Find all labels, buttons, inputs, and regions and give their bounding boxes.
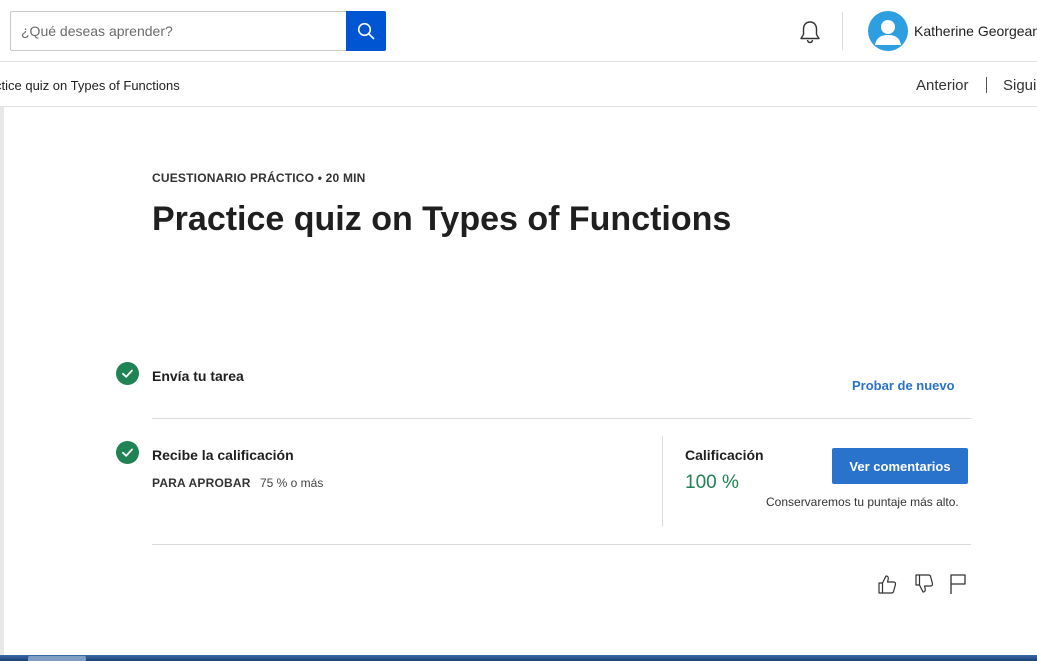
notifications-button[interactable] [796,18,824,46]
taskbar [0,655,1037,661]
thumbs-down-icon [915,574,934,593]
header-divider [842,12,843,50]
view-feedback-button[interactable]: Ver comentarios [832,448,968,484]
search-button[interactable] [346,11,386,51]
passing-value: 75 % o más [259,476,324,490]
flag-icon [950,574,966,594]
search-input[interactable] [10,11,346,51]
bell-icon [800,21,820,44]
divider [152,418,971,419]
retry-link[interactable]: Probar de nuevo [852,378,955,393]
item-navigation-bar: ctice quiz on Types of Functions Anterio… [0,62,1037,107]
dislike-button[interactable] [913,573,935,595]
step-complete-badge [116,362,139,385]
divider [152,544,971,545]
top-header: Katherine Georgeana [0,0,1037,62]
passing-requirement: PARA APROBAR 75 % o más [152,476,323,490]
next-item-link[interactable]: Siguie [1003,77,1037,94]
avatar[interactable] [868,11,908,51]
check-icon [122,448,133,457]
passing-label: PARA APROBAR [152,476,251,490]
taskbar-item[interactable] [28,656,86,661]
step-submit-title: Envía tu tarea [152,368,244,384]
nav-separator [986,77,987,93]
user-name[interactable]: Katherine Georgeana [914,23,1037,39]
report-button[interactable] [947,573,969,595]
highest-score-note: Conservaremos tu puntaje más alto. [766,495,959,509]
step-grade-title: Recibe la calificación [152,447,294,463]
previous-item-link[interactable]: Anterior [916,77,969,94]
item-type-label: CUESTIONARIO PRÁCTICO • 20 MIN [152,171,366,185]
grade-value: 100 % [685,472,739,493]
check-icon [122,369,133,378]
search-icon [357,22,375,40]
breadcrumb[interactable]: ctice quiz on Types of Functions [0,78,180,93]
thumbs-up-icon [878,575,897,594]
grade-label: Calificación [685,447,764,463]
like-button[interactable] [876,573,898,595]
step-complete-badge [116,441,139,464]
user-icon [875,20,901,45]
grade-divider [662,436,663,526]
page-title: Practice quiz on Types of Functions [152,200,732,238]
search-bar [10,11,386,51]
sidebar-edge [0,107,4,655]
